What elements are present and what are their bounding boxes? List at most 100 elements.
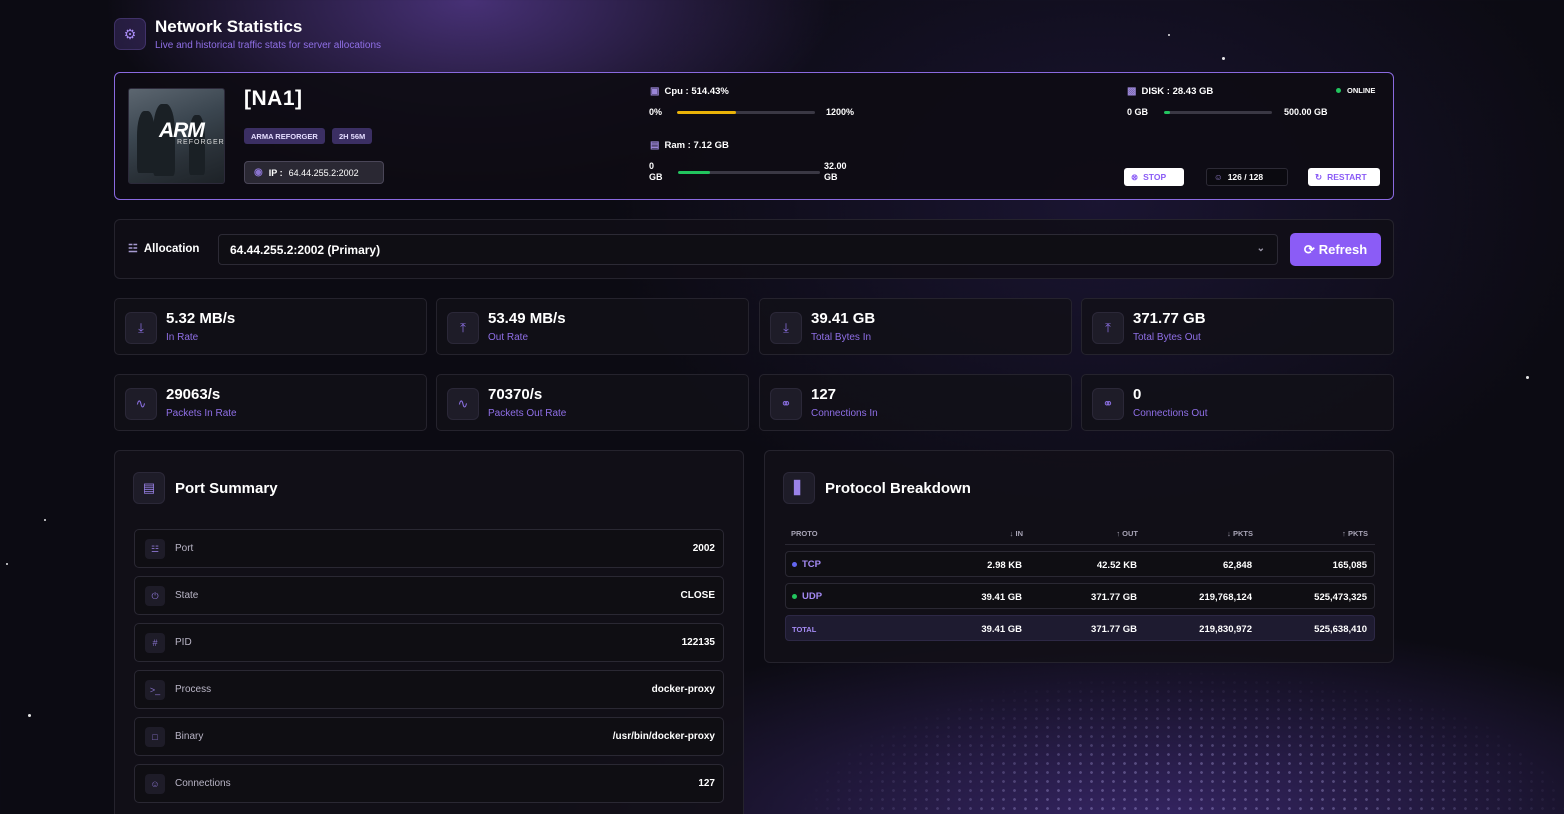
port-row: □ Binary /usr/bin/docker-proxy	[134, 717, 724, 756]
network-icon: ☳	[145, 539, 165, 559]
port-key: Port	[175, 543, 194, 554]
users-icon: ☺	[1214, 172, 1223, 182]
ip-value: 64.44.255.2:2002	[288, 167, 359, 178]
hash-icon: #	[145, 633, 165, 653]
activity-icon: ∿	[125, 388, 157, 420]
col-in: ↓ IN	[1009, 529, 1023, 538]
stat-label: Packets In Rate	[166, 408, 237, 419]
chevron-down-icon: ⌄	[1256, 243, 1265, 254]
col-pkts-in: ↓ PKTS	[1227, 529, 1253, 538]
stat-tile: ⤓ 39.41 GB Total Bytes In	[759, 298, 1072, 355]
stat-tile: ⤓ 5.32 MB/s In Rate	[114, 298, 427, 355]
stat-label: Packets Out Rate	[488, 408, 567, 419]
star-decoration	[6, 563, 8, 565]
link-icon: ⚭	[1092, 388, 1124, 420]
proto-cell: TCP	[792, 559, 821, 570]
game-badge: ARMA REFORGER	[244, 128, 325, 144]
network-icon: ☳	[128, 243, 138, 255]
proto-dot-icon	[792, 594, 797, 599]
cpu-max: 1200%	[826, 107, 855, 117]
ram-label: ▤ Ram : 7.12 GB	[650, 140, 729, 151]
col-pkts-out: ↑ PKTS	[1342, 529, 1368, 538]
players-badge: ☺ 126 / 128	[1206, 168, 1288, 186]
allocation-select[interactable]: 64.44.255.2:2002 (Primary) ⌄	[218, 234, 1278, 265]
game-sublogo: REFORGER	[177, 139, 225, 146]
stat-tile: ∿ 70370/s Packets Out Rate	[436, 374, 749, 431]
star-decoration	[1168, 34, 1170, 36]
page-title: Network Statistics	[155, 17, 303, 36]
port-value: 122135	[681, 637, 715, 648]
upload-icon: ⤒	[1092, 312, 1124, 344]
cpu-icon: ▣	[650, 86, 660, 97]
globe-icon: ◉	[254, 167, 263, 178]
port-row: ⏻ State CLOSE	[134, 576, 724, 615]
proto-cell: TOTAL	[792, 625, 817, 634]
online-dot	[1336, 88, 1341, 93]
port-key: Connections	[175, 778, 231, 789]
pkts-out-cell: 525,473,325	[1314, 592, 1367, 603]
restart-button[interactable]: ↻ RESTART	[1308, 168, 1380, 186]
port-key: State	[175, 590, 199, 601]
stat-label: Total Bytes In	[811, 332, 872, 343]
port-value: 127	[698, 778, 715, 789]
disk-label: ▩ DISK : 28.43 GB	[1127, 86, 1214, 97]
pkts-in-cell: 62,848	[1222, 560, 1252, 571]
stop-icon: ⊗	[1131, 171, 1139, 182]
proto-cell: UDP	[792, 591, 822, 602]
ip-box[interactable]: ◉ IP : 64.44.255.2:2002	[244, 161, 384, 184]
server-thumbnail: ARM REFORGER	[128, 88, 225, 184]
pkts-out-cell: 525,638,410	[1314, 624, 1367, 635]
port-value: 2002	[692, 543, 715, 554]
stat-label: Out Rate	[488, 332, 529, 343]
port-row: ☺ Connections 127	[134, 764, 724, 803]
port-row: ☳ Port 2002	[134, 529, 724, 568]
server-name: [NA1]	[244, 87, 303, 110]
port-value: CLOSE	[680, 590, 715, 601]
cpu-bar	[677, 111, 815, 114]
table-row: TCP 2.98 KB 42.52 KB 62,848 165,085	[785, 551, 1375, 577]
globe-background	[745, 660, 1564, 814]
stat-value: 39.41 GB	[811, 310, 876, 327]
bar-chart-icon: ▋	[783, 472, 815, 504]
stat-tile: ⤒ 53.49 MB/s Out Rate	[436, 298, 749, 355]
refresh-icon: ⟳	[1303, 241, 1315, 257]
disk-icon: ▩	[1127, 86, 1137, 97]
table-header: PROTO ↓ IN ↑ OUT ↓ PKTS ↑ PKTS	[785, 521, 1375, 545]
star-decoration	[1526, 376, 1529, 379]
disk-bar	[1164, 111, 1272, 114]
allocation-bar: ☳ Allocation 64.44.255.2:2002 (Primary) ⌄ …	[114, 219, 1394, 279]
stat-value: 5.32 MB/s	[166, 310, 236, 327]
server-card: ARM REFORGER [NA1] ARMA REFORGER 2H 56M …	[114, 72, 1394, 200]
in-cell: 39.41 GB	[981, 592, 1022, 603]
port-row: # PID 122135	[134, 623, 724, 662]
protocol-title: Protocol Breakdown	[825, 479, 971, 497]
stat-tile: ⚭ 127 Connections In	[759, 374, 1072, 431]
refresh-button[interactable]: ⟳ Refresh	[1290, 233, 1381, 266]
ram-max: 32.00 GB	[824, 161, 847, 182]
port-key: Binary	[175, 731, 204, 742]
upload-icon: ⤒	[447, 312, 479, 344]
cpu-label: ▣ Cpu : 514.43%	[650, 86, 729, 97]
port-row: >_ Process docker-proxy	[134, 670, 724, 709]
memory-icon: ▤	[650, 140, 660, 151]
pkts-out-cell: 165,085	[1332, 560, 1367, 571]
out-cell: 42.52 KB	[1096, 560, 1137, 571]
allocation-label: ☳ Allocation	[128, 242, 200, 256]
ram-min: 0 GB	[649, 161, 663, 182]
table-total-row: TOTAL 39.41 GB 371.77 GB 219,830,972 525…	[785, 615, 1375, 641]
port-value: docker-proxy	[651, 684, 715, 695]
stop-button[interactable]: ⊗ STOP	[1124, 168, 1184, 186]
users-icon: ☺	[145, 774, 165, 794]
download-icon: ⤓	[125, 312, 157, 344]
out-cell: 371.77 GB	[1091, 624, 1137, 635]
terminal-icon: >_	[145, 680, 165, 700]
stat-value: 0	[1133, 386, 1142, 403]
stat-value: 127	[811, 386, 837, 403]
port-value: /usr/bin/docker-proxy	[612, 731, 715, 742]
stat-label: Total Bytes Out	[1133, 332, 1201, 343]
stat-label: Connections In	[811, 408, 878, 419]
pkts-in-cell: 219,768,124	[1199, 592, 1252, 603]
page-header: ⚙ Network Statistics Live and historical…	[114, 17, 381, 51]
stat-label: In Rate	[166, 332, 199, 343]
ip-label: IP :	[268, 167, 283, 178]
